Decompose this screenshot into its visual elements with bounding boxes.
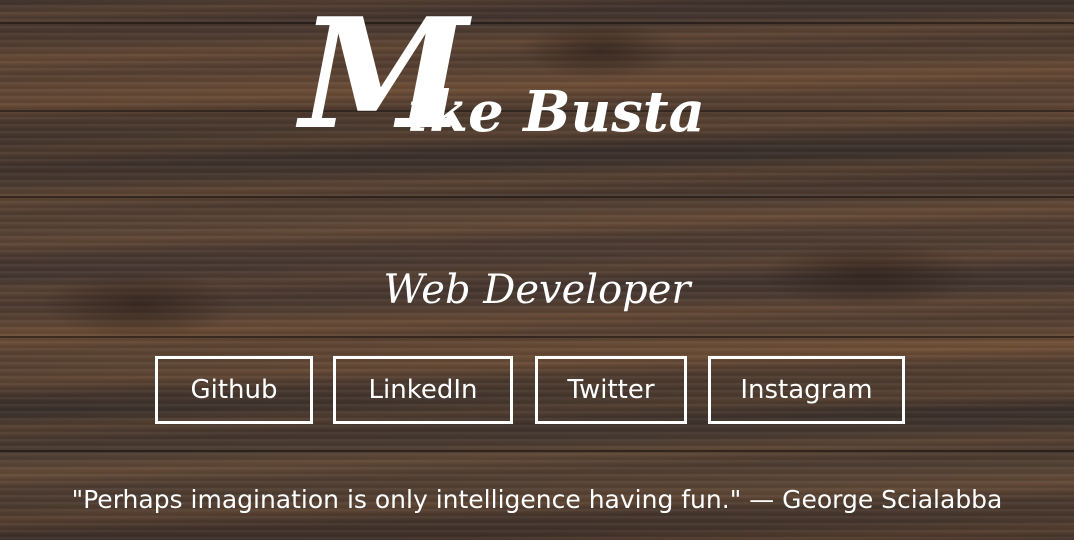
board-seam xyxy=(0,196,1074,198)
site-title: M ike Busta xyxy=(0,0,1074,160)
twitter-link-button[interactable]: Twitter xyxy=(535,356,687,424)
linkedin-link-button[interactable]: LinkedIn xyxy=(333,356,513,424)
page-subtitle: Web Developer xyxy=(383,267,691,313)
footer-quote: "Perhaps imagination is only intelligenc… xyxy=(71,485,1003,514)
instagram-link-button[interactable]: Instagram xyxy=(708,356,905,424)
github-link-button[interactable]: Github xyxy=(155,356,313,424)
board-seam xyxy=(0,450,1074,452)
social-links: Github LinkedIn Twitter Instagram xyxy=(0,356,1074,430)
title-name: ike Busta xyxy=(408,79,705,145)
